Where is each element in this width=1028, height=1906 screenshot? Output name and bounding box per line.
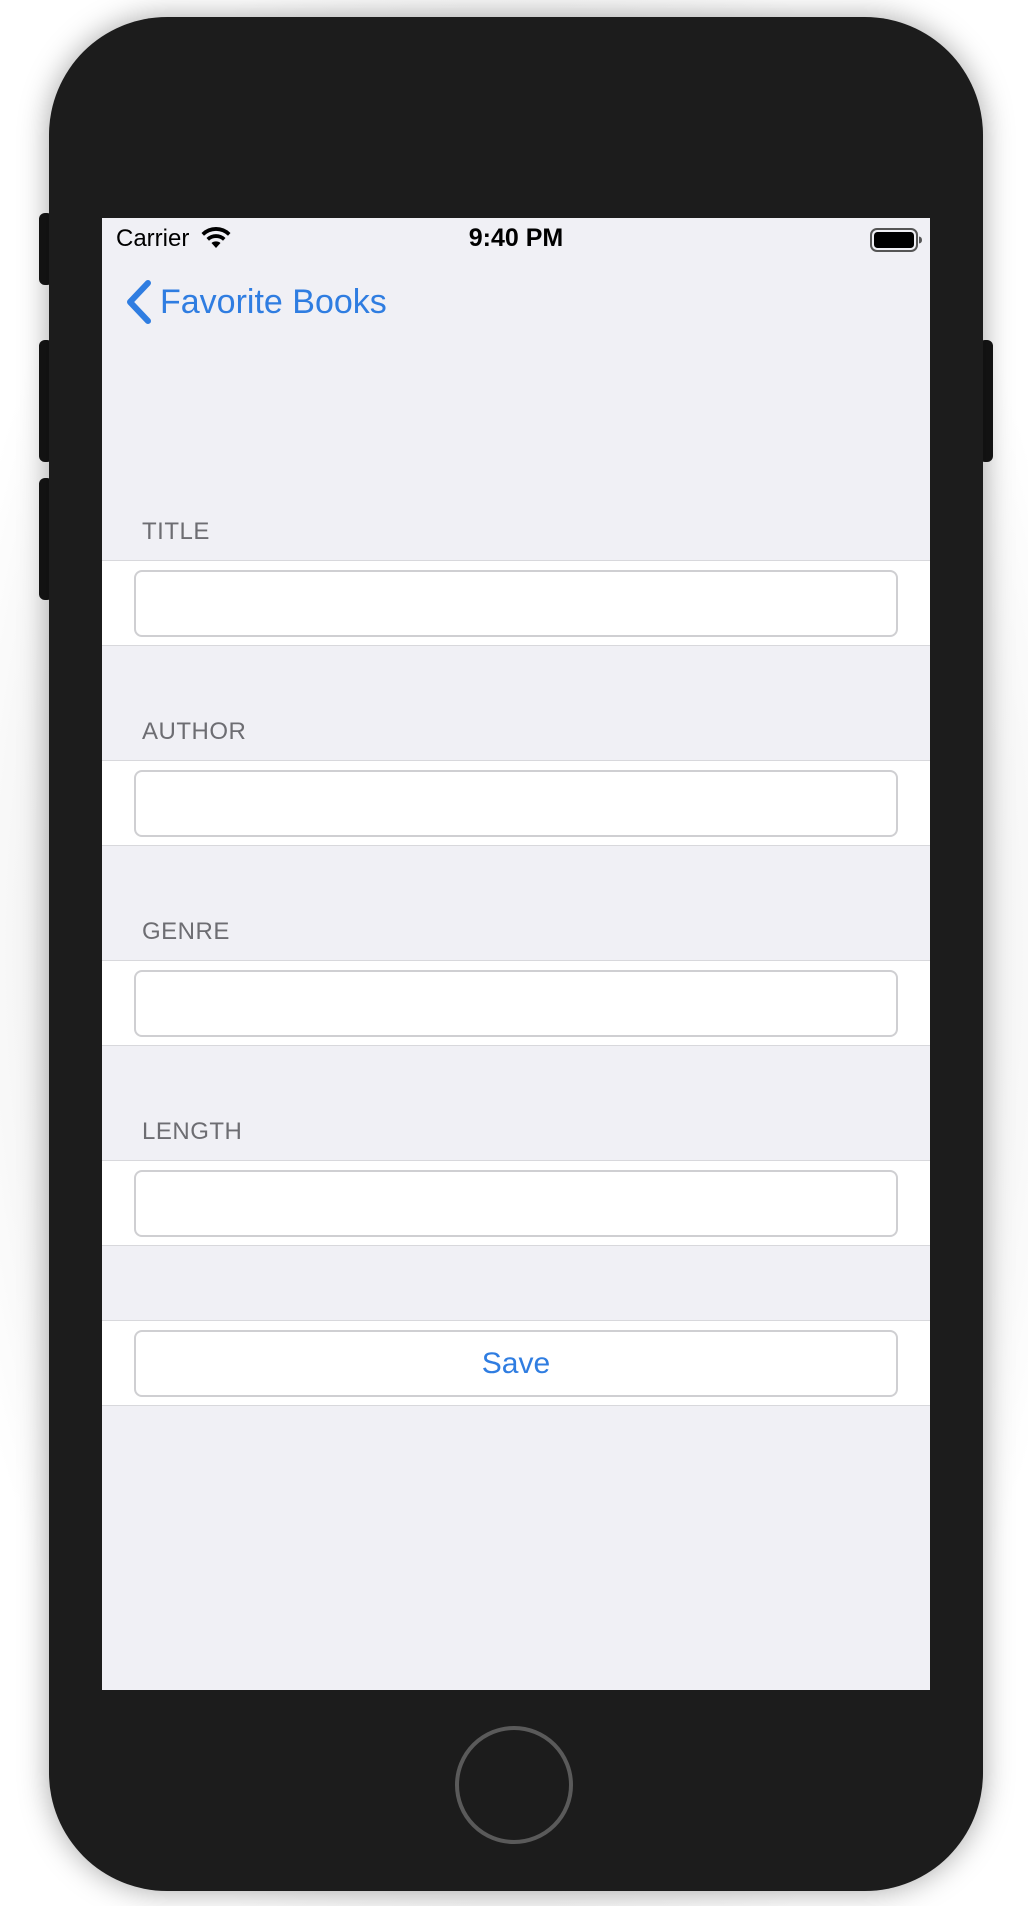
status-bar: Carrier 9:40 PM (102, 218, 930, 260)
genre-field[interactable] (134, 970, 898, 1037)
length-cell (102, 1160, 930, 1246)
save-button[interactable]: Save (134, 1330, 898, 1397)
home-button[interactable] (455, 1726, 573, 1844)
section-header-length: LENGTH (142, 1118, 243, 1145)
length-field[interactable] (134, 1170, 898, 1237)
clock: 9:40 PM (468, 224, 564, 252)
section-header-author: AUTHOR (142, 718, 247, 745)
chevron-left-icon (127, 280, 151, 324)
battery-full-icon (870, 228, 922, 252)
back-button[interactable]: Favorite Books (124, 278, 387, 326)
navigation-bar: Favorite Books (102, 260, 930, 348)
save-cell: Save (102, 1320, 930, 1406)
screen: Carrier 9:40 PM Favorite Books TITLE AUT… (102, 218, 930, 1690)
genre-cell (102, 960, 930, 1046)
title-cell (102, 560, 930, 646)
section-header-genre: GENRE (142, 918, 230, 945)
author-cell (102, 760, 930, 846)
title-field[interactable] (134, 570, 898, 637)
author-field[interactable] (134, 770, 898, 837)
section-header-title: TITLE (142, 518, 210, 545)
back-label: Favorite Books (160, 282, 387, 321)
